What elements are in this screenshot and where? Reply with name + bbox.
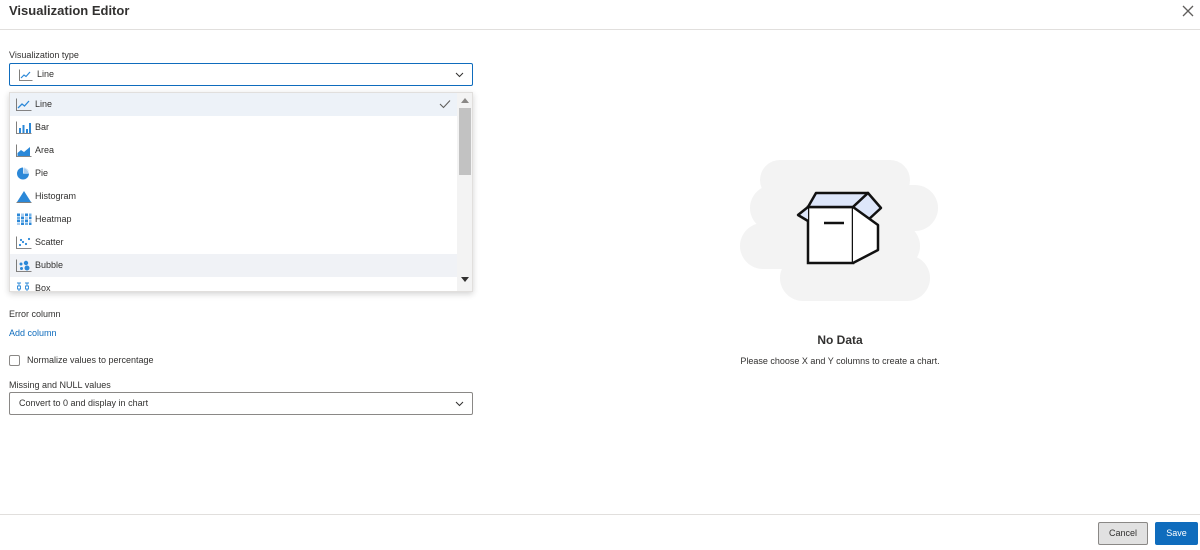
chevron-down-icon (455, 72, 464, 78)
option-label: Area (35, 145, 55, 155)
error-column-label: Error column (9, 309, 61, 319)
option-pie[interactable]: Pie (10, 162, 457, 185)
dialog-title: Visualization Editor (9, 3, 130, 18)
option-histogram[interactable]: Histogram (10, 185, 457, 208)
option-label: Box (35, 283, 51, 292)
visualization-type-dropdown: Line Bar Area Pie Histogram Heatmap Scat… (9, 92, 473, 292)
option-label: Line (35, 99, 53, 109)
bar-chart-icon (16, 121, 32, 134)
option-label: Scatter (35, 237, 64, 247)
missing-values-label: Missing and NULL values (9, 380, 111, 390)
option-label: Pie (35, 168, 49, 178)
box-plot-icon (17, 282, 29, 291)
pie-chart-icon (17, 167, 29, 180)
scatter-icon (16, 236, 32, 249)
visualization-type-select[interactable]: Line (9, 63, 473, 86)
option-label: Bubble (35, 260, 64, 270)
scrollbar-thumb[interactable] (459, 108, 471, 175)
checkmark-icon (439, 100, 451, 109)
option-box[interactable]: Box (10, 277, 457, 292)
option-label: Histogram (35, 191, 77, 201)
cancel-button[interactable]: Cancel (1098, 522, 1148, 545)
missing-values-select[interactable]: Convert to 0 and display in chart (9, 392, 473, 415)
heatmap-icon (17, 213, 32, 225)
close-icon[interactable] (1181, 4, 1195, 18)
empty-state-title: No Data (817, 333, 863, 347)
empty-box-illustration (740, 160, 938, 301)
dropdown-scrollbar[interactable] (457, 93, 472, 291)
visualization-type-label: Visualization type (9, 50, 79, 60)
dialog-header: Visualization Editor (0, 0, 1200, 30)
line-chart-icon (19, 69, 33, 81)
empty-state-subtitle: Please choose X and Y columns to create … (740, 356, 940, 366)
area-chart-icon (16, 144, 32, 157)
missing-values-value: Convert to 0 and display in chart (19, 398, 149, 408)
option-label: Bar (35, 122, 50, 132)
histogram-icon (16, 191, 32, 203)
add-column-link[interactable]: Add column (9, 328, 57, 338)
visualization-type-value: Line (37, 69, 55, 79)
option-bubble[interactable]: Bubble (10, 254, 457, 277)
chevron-down-icon (455, 401, 464, 407)
scroll-up-arrow-icon[interactable] (461, 97, 469, 103)
normalize-label: Normalize values to percentage (27, 355, 154, 365)
line-chart-icon (16, 98, 32, 111)
option-heatmap[interactable]: Heatmap (10, 208, 457, 231)
option-scatter[interactable]: Scatter (10, 231, 457, 254)
option-area[interactable]: Area (10, 139, 457, 162)
footer-divider (0, 514, 1200, 515)
option-label: Heatmap (35, 214, 72, 224)
scroll-down-arrow-icon[interactable] (461, 277, 469, 283)
option-bar[interactable]: Bar (10, 116, 457, 139)
bubble-icon (16, 259, 32, 272)
normalize-checkbox[interactable] (9, 355, 20, 366)
save-button[interactable]: Save (1155, 522, 1198, 545)
option-line[interactable]: Line (10, 93, 457, 116)
